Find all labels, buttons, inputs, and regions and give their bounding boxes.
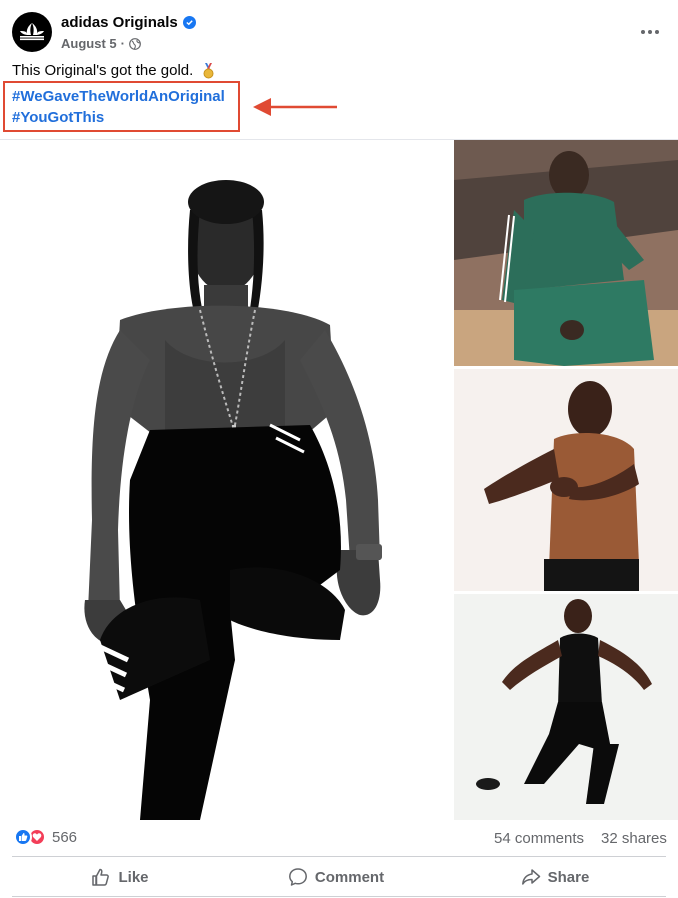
hashtag-link[interactable]: #YouGotThis bbox=[12, 109, 104, 126]
globe-icon bbox=[129, 37, 141, 50]
post-meta: August 5 · bbox=[61, 36, 141, 51]
reaction-summary[interactable]: 566 bbox=[14, 828, 77, 846]
grid-photo-2-illustration bbox=[454, 369, 678, 591]
post-caption: This Original's got the gold. bbox=[12, 62, 215, 79]
comment-label: Comment bbox=[314, 868, 385, 886]
more-options-icon bbox=[641, 30, 645, 34]
grid-photo-2[interactable] bbox=[454, 369, 678, 591]
red-left-arrow-icon bbox=[253, 98, 337, 116]
more-dot bbox=[655, 30, 659, 34]
share-button[interactable]: Share bbox=[444, 860, 666, 894]
facebook-post: adidas Originals August 5 · This Origina… bbox=[0, 0, 678, 898]
share-arrow-icon bbox=[521, 869, 540, 885]
thumbs-up-icon bbox=[92, 868, 110, 886]
gold-medal-icon bbox=[203, 62, 214, 78]
meta-separator: · bbox=[120, 36, 125, 51]
like-reaction-icon bbox=[14, 828, 32, 846]
comment-bubble-icon bbox=[288, 868, 307, 886]
hashtag-link[interactable]: #WeGaveTheWorldAnOriginal bbox=[12, 88, 225, 105]
stats-divider bbox=[12, 856, 666, 857]
post-date[interactable]: August 5 bbox=[61, 36, 117, 51]
post-author: adidas Originals bbox=[61, 14, 196, 31]
caption-text: This Original's got the gold. bbox=[12, 62, 194, 79]
like-label: Like bbox=[118, 868, 149, 886]
main-photo-illustration bbox=[0, 140, 450, 820]
grid-photo-1[interactable] bbox=[454, 140, 678, 366]
reaction-count: 566 bbox=[52, 828, 78, 846]
grid-photo-1-illustration bbox=[454, 140, 678, 366]
author-name[interactable]: adidas Originals bbox=[61, 14, 178, 31]
comment-button[interactable]: Comment bbox=[228, 860, 444, 894]
more-options-button[interactable] bbox=[638, 22, 662, 42]
comments-count[interactable]: 54 comments bbox=[494, 830, 584, 847]
main-photo[interactable] bbox=[0, 140, 450, 820]
like-button[interactable]: Like bbox=[12, 860, 228, 894]
more-dot bbox=[648, 30, 652, 34]
adidas-trefoil-logo bbox=[20, 23, 44, 41]
share-label: Share bbox=[547, 868, 590, 886]
adidas-originals-avatar[interactable] bbox=[12, 12, 52, 52]
grid-photo-3[interactable] bbox=[454, 594, 678, 820]
actions-bottom-divider bbox=[12, 896, 666, 897]
grid-photo-3-illustration bbox=[454, 594, 678, 820]
shares-count[interactable]: 32 shares bbox=[601, 830, 667, 847]
verified-badge-icon bbox=[182, 16, 196, 29]
